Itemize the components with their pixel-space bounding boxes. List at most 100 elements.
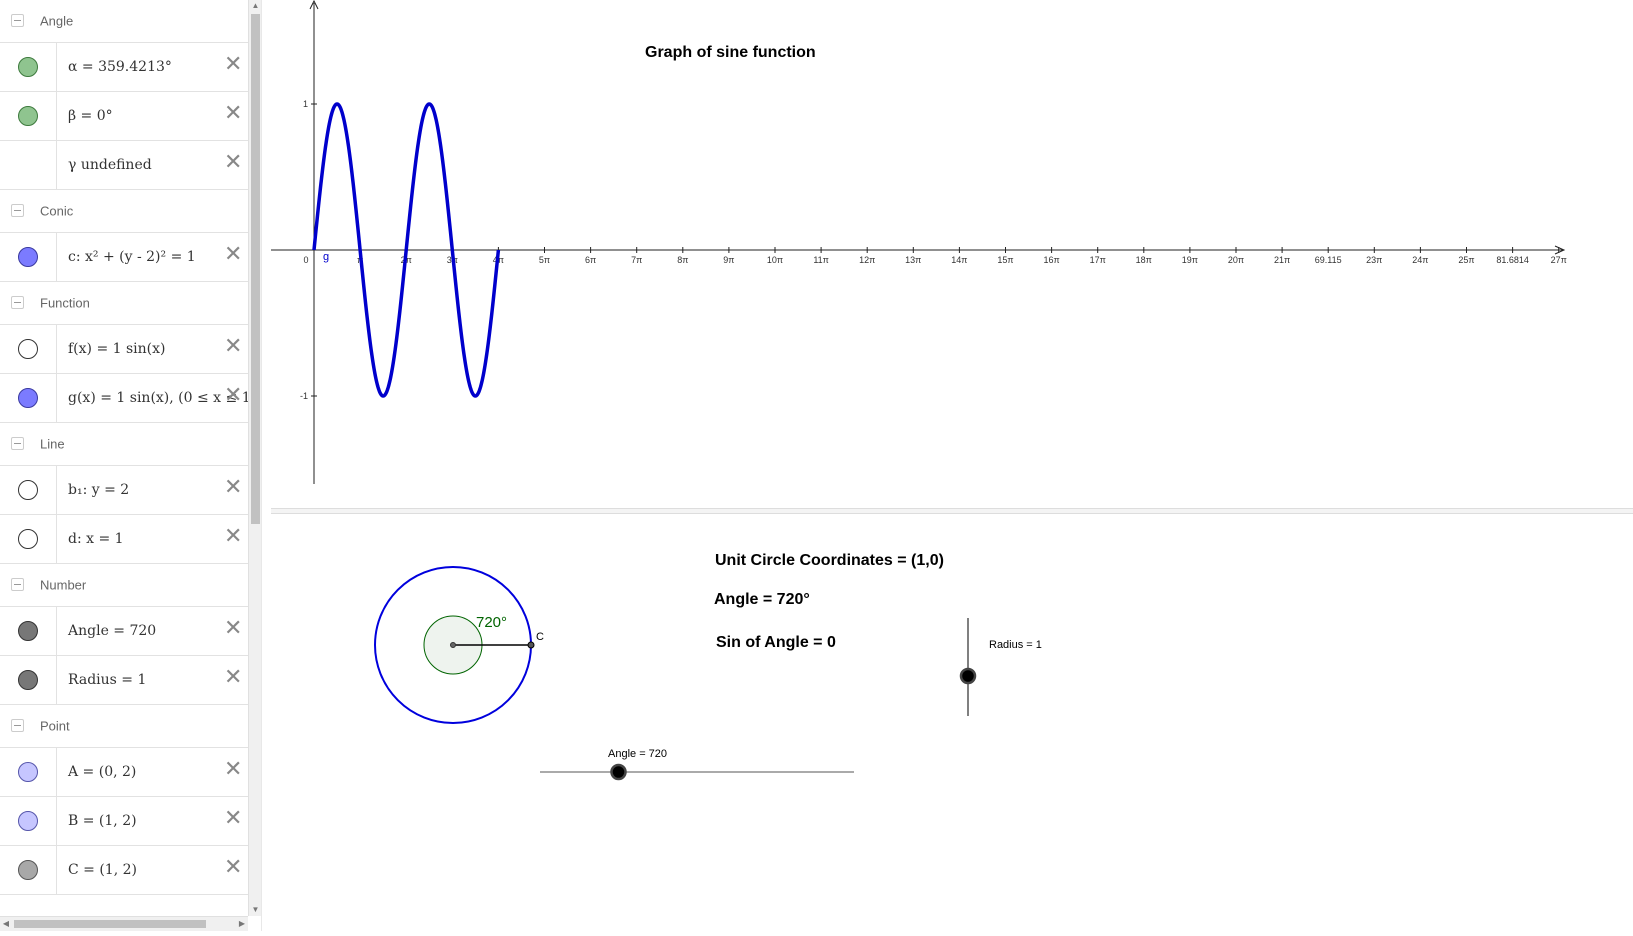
algebra-vertical-scrollbar[interactable]: ▲ ▼ [248,0,261,916]
algebra-expression[interactable]: β = 0° [68,108,113,124]
angle-slider-knob[interactable] [610,763,627,781]
point-c[interactable] [527,641,535,649]
vertical-scroll-thumb[interactable] [251,14,260,524]
unit-circle-coordinates-text[interactable]: Unit Circle Coordinates = (1,0) [715,552,944,569]
algebra-expression[interactable]: g(x) = 1 sin(x), (0 ≤ x ≤ 12. [68,390,248,406]
scroll-left-arrow-icon[interactable]: ◀ [0,917,12,931]
horizontal-scroll-thumb[interactable] [14,920,206,928]
graph-title[interactable]: Graph of sine function [645,44,816,61]
delete-icon[interactable]: ✕ [224,54,242,76]
visibility-toggle[interactable] [18,57,38,77]
marble-cell [0,748,57,796]
group-header-conic[interactable]: Conic [0,190,248,233]
collapse-icon[interactable] [11,437,24,450]
visibility-toggle[interactable] [18,762,38,782]
algebra-item[interactable]: B = (1, 2) ✕ [0,797,248,846]
algebra-item[interactable]: Radius = 1 ✕ [0,656,248,705]
collapse-icon[interactable] [11,578,24,591]
algebra-item[interactable]: β = 0° ✕ [0,92,248,141]
visibility-toggle[interactable] [18,811,38,831]
center-point[interactable] [450,642,456,648]
collapse-icon[interactable] [11,14,24,27]
visibility-toggle[interactable] [18,388,38,408]
group-title: Angle [40,13,74,29]
algebra-expression[interactable]: f(x) = 1 sin(x) [68,341,166,357]
y-tick-label: -1 [300,391,308,401]
delete-icon[interactable]: ✕ [224,618,242,640]
algebra-item[interactable]: α = 359.4213° ✕ [0,43,248,92]
algebra-expression[interactable]: Radius = 1 [68,672,146,688]
delete-icon[interactable]: ✕ [224,477,242,499]
algebra-horizontal-scrollbar[interactable]: ◀ ▶ [0,916,248,931]
function-label-g[interactable]: g [323,251,329,263]
algebra-item[interactable]: Angle = 720 ✕ [0,607,248,656]
algebra-item[interactable]: c: x² + (y - 2)² = 1 ✕ [0,233,248,282]
x-tick-label: 12π [859,255,875,265]
algebra-expression[interactable]: Angle = 720 [68,623,156,639]
angle-degrees-text[interactable]: Angle = 720° [714,591,810,608]
angle-value-label: 720° [476,614,507,631]
x-tick-label: 23π [1366,255,1382,265]
algebra-expression[interactable]: γ undefined [68,157,152,173]
graphics-view-sine[interactable]: 1 -1 0 π 2π 3π 4π 5π 6π 7π 8π 9π 10π 11π 12π 13π 14π 15π… [261,0,1633,508]
visibility-toggle[interactable] [18,339,38,359]
group-header-angle[interactable]: Angle [0,0,248,43]
algebra-expression[interactable]: C = (1, 2) [68,862,137,878]
visibility-toggle[interactable] [18,247,38,267]
angle-slider-label: Angle = 720 [608,748,667,760]
visibility-toggle[interactable] [18,621,38,641]
x-tick-label: 14π [951,255,967,265]
algebra-expression[interactable]: d: x = 1 [68,531,124,547]
graphics-view-unit-circle[interactable]: C 720° Unit Circle Coordinates = (1,0) A… [271,514,1633,931]
delete-icon[interactable]: ✕ [224,336,242,358]
group-header-function[interactable]: Function [0,282,248,325]
group-header-point[interactable]: Point [0,705,248,748]
radius-slider-knob[interactable] [959,667,977,685]
algebra-expression[interactable]: α = 359.4213° [68,59,172,75]
sin-of-angle-text[interactable]: Sin of Angle = 0 [716,634,836,651]
algebra-expression[interactable]: A = (0, 2) [68,764,136,780]
visibility-toggle[interactable] [18,529,38,549]
algebra-item[interactable]: γ undefined ✕ [0,141,248,190]
marble-cell [0,607,57,655]
axes: 1 -1 0 [261,0,1566,484]
scroll-right-arrow-icon[interactable]: ▶ [236,917,248,931]
group-header-line[interactable]: Line [0,423,248,466]
visibility-toggle[interactable] [18,670,38,690]
marble-cell [0,656,57,704]
delete-icon[interactable]: ✕ [224,857,242,879]
x-tick-label: 69.115 [1315,255,1342,265]
delete-icon[interactable]: ✕ [224,759,242,781]
algebra-item[interactable]: d: x = 1 ✕ [0,515,248,564]
delete-icon[interactable]: ✕ [224,152,242,174]
algebra-expression[interactable]: b₁: y = 2 [68,482,129,498]
collapse-icon[interactable] [11,296,24,309]
delete-icon[interactable]: ✕ [224,808,242,830]
delete-icon[interactable]: ✕ [224,385,242,407]
algebra-item[interactable]: C = (1, 2) ✕ [0,846,248,895]
algebra-item[interactable]: f(x) = 1 sin(x) ✕ [0,325,248,374]
radius-slider-label: Radius = 1 [989,639,1042,651]
delete-icon[interactable]: ✕ [224,244,242,266]
algebra-item[interactable]: b₁: y = 2 ✕ [0,466,248,515]
collapse-icon[interactable] [11,204,24,217]
delete-icon[interactable]: ✕ [224,667,242,689]
algebra-item[interactable]: A = (0, 2) ✕ [0,748,248,797]
marble-cell [0,325,57,373]
x-tick-label: 13π [905,255,921,265]
delete-icon[interactable]: ✕ [224,103,242,125]
visibility-toggle[interactable] [18,860,38,880]
x-tick-label: 11π [813,255,829,265]
algebra-expression[interactable]: c: x² + (y - 2)² = 1 [68,249,196,265]
collapse-icon[interactable] [11,719,24,732]
visibility-toggle[interactable] [18,106,38,126]
sine-graph-canvas[interactable]: 1-10 π 2π 3π 4π 5π 6π 7π 8π 9π 10π 11π 12π 13π 14π 15π… [261,0,1633,508]
group-header-number[interactable]: Number [0,564,248,607]
algebra-expression[interactable]: B = (1, 2) [68,813,137,829]
x-tick-label: 24π [1412,255,1428,265]
algebra-item[interactable]: g(x) = 1 sin(x), (0 ≤ x ≤ 12. ✕ [0,374,248,423]
delete-icon[interactable]: ✕ [224,526,242,548]
visibility-toggle[interactable] [18,480,38,500]
group-title: Number [40,577,87,593]
unit-circle-canvas[interactable]: C 720° Unit Circle Coordinates = (1,0) A… [271,514,1633,931]
